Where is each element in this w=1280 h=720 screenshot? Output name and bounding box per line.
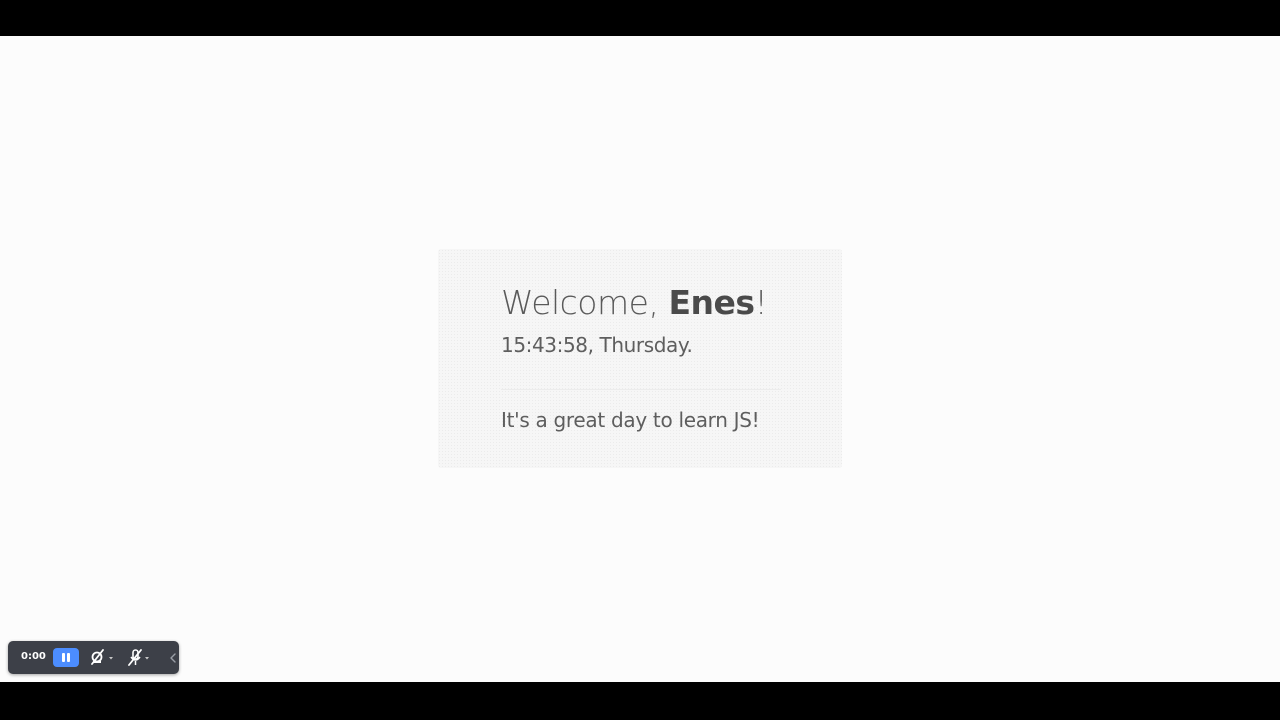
- screen-recorder-toolbar: 0:00: [8, 641, 179, 674]
- collapse-toolbar-button[interactable]: [168, 650, 178, 664]
- clock-text: 15:43:58, Thursday.: [501, 333, 693, 357]
- video-letterbox-top: [0, 0, 1280, 36]
- camera-off-icon: [91, 649, 113, 665]
- mic-off-icon: [128, 649, 149, 666]
- video-letterbox-bottom: [0, 682, 1280, 720]
- chevron-left-icon: [170, 653, 176, 663]
- greeting-heading: Welcome, Enes!: [501, 283, 768, 323]
- recording-timer: 0:00: [21, 651, 46, 662]
- divider: [501, 389, 781, 390]
- greeting-prefix: Welcome,: [501, 283, 669, 322]
- camera-toggle-button[interactable]: [90, 649, 118, 667]
- greeting-suffix: !: [754, 283, 768, 322]
- motivation-message: It's a great day to learn JS!: [501, 408, 760, 432]
- microphone-toggle-button[interactable]: [126, 649, 154, 667]
- welcome-card: Welcome, Enes! 15:43:58, Thursday. It's …: [438, 249, 842, 468]
- page-viewport: Welcome, Enes! 15:43:58, Thursday. It's …: [0, 36, 1280, 682]
- pause-recording-button[interactable]: [53, 648, 79, 667]
- user-name: Enes: [668, 283, 755, 322]
